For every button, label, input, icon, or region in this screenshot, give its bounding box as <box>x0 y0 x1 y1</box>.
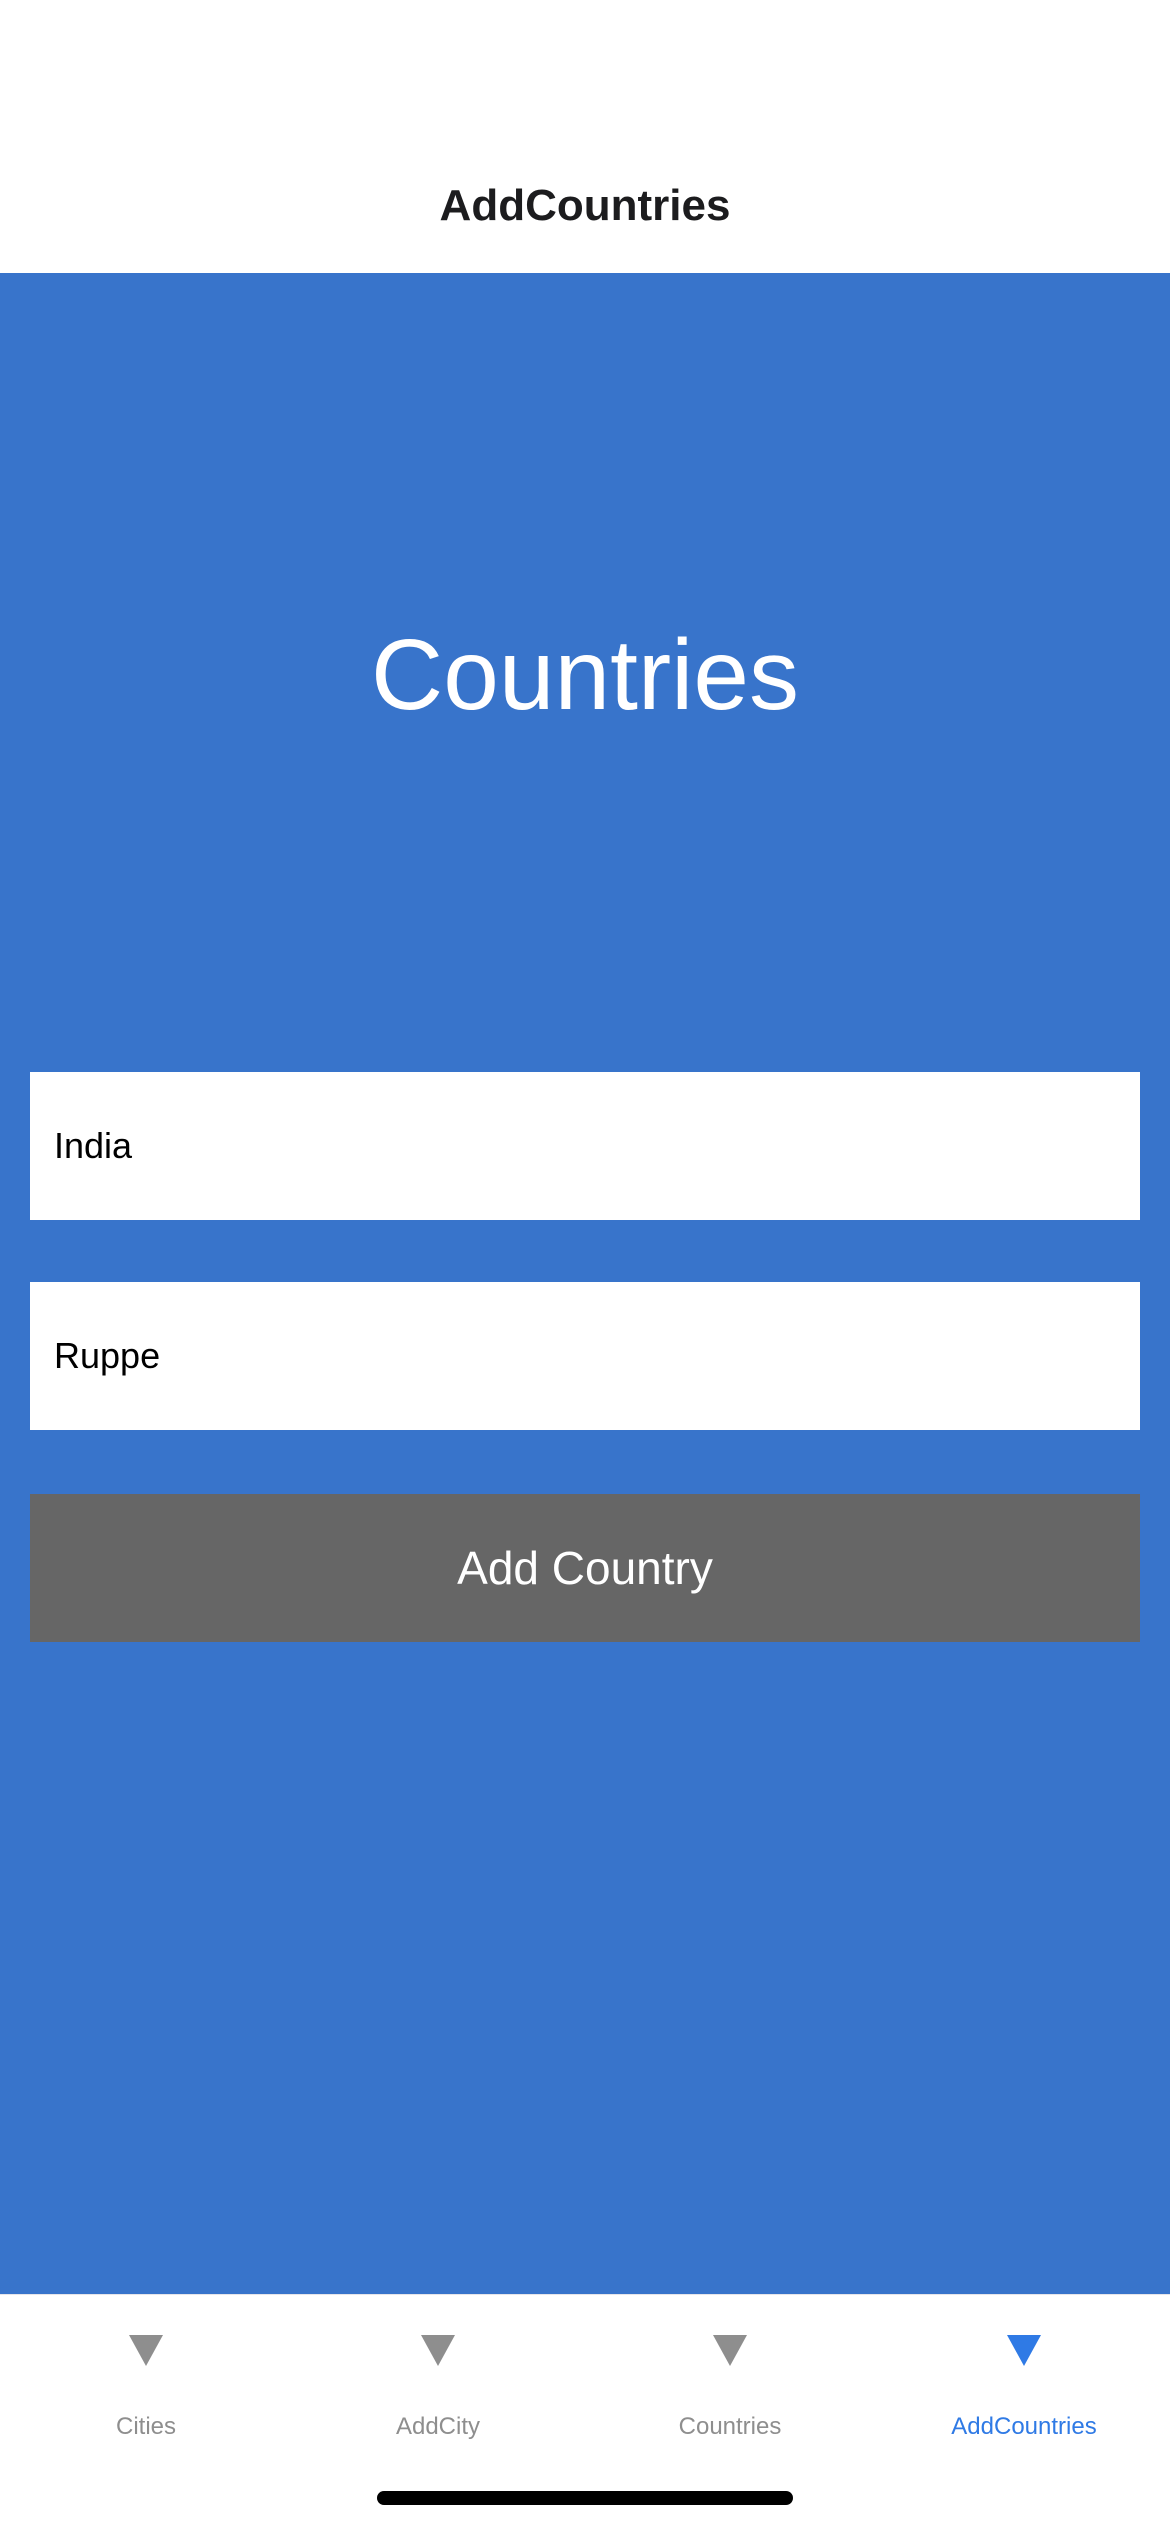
tab-countries[interactable]: Countries <box>584 2295 876 2455</box>
app-screen: AddCountries Countries Add Country Citie… <box>0 0 1170 2532</box>
triangle-down-icon <box>129 2335 163 2366</box>
triangle-down-icon <box>713 2335 747 2366</box>
country-name-field-container <box>30 1072 1140 1220</box>
tab-label-countries: Countries <box>678 2413 782 2440</box>
add-country-button[interactable]: Add Country <box>30 1494 1140 1642</box>
tab-label-add-countries: AddCountries <box>951 2413 1097 2440</box>
triangle-down-icon <box>1007 2335 1041 2366</box>
tab-label-cities: Cities <box>115 2413 176 2440</box>
currency-input[interactable] <box>30 1282 1140 1430</box>
currency-field-container <box>30 1282 1140 1430</box>
tab-cities[interactable]: Cities <box>0 2295 292 2455</box>
tab-add-city[interactable]: AddCity <box>292 2295 584 2455</box>
tab-add-countries[interactable]: AddCountries <box>878 2295 1170 2455</box>
country-name-input[interactable] <box>30 1072 1140 1220</box>
navigation-header: AddCountries <box>0 0 1170 273</box>
triangle-down-icon <box>421 2335 455 2366</box>
countries-title: Countries <box>371 619 799 731</box>
tab-label-add-city: AddCity <box>395 2413 481 2440</box>
home-indicator[interactable] <box>377 2491 793 2505</box>
page-header-title: AddCountries <box>439 181 731 230</box>
